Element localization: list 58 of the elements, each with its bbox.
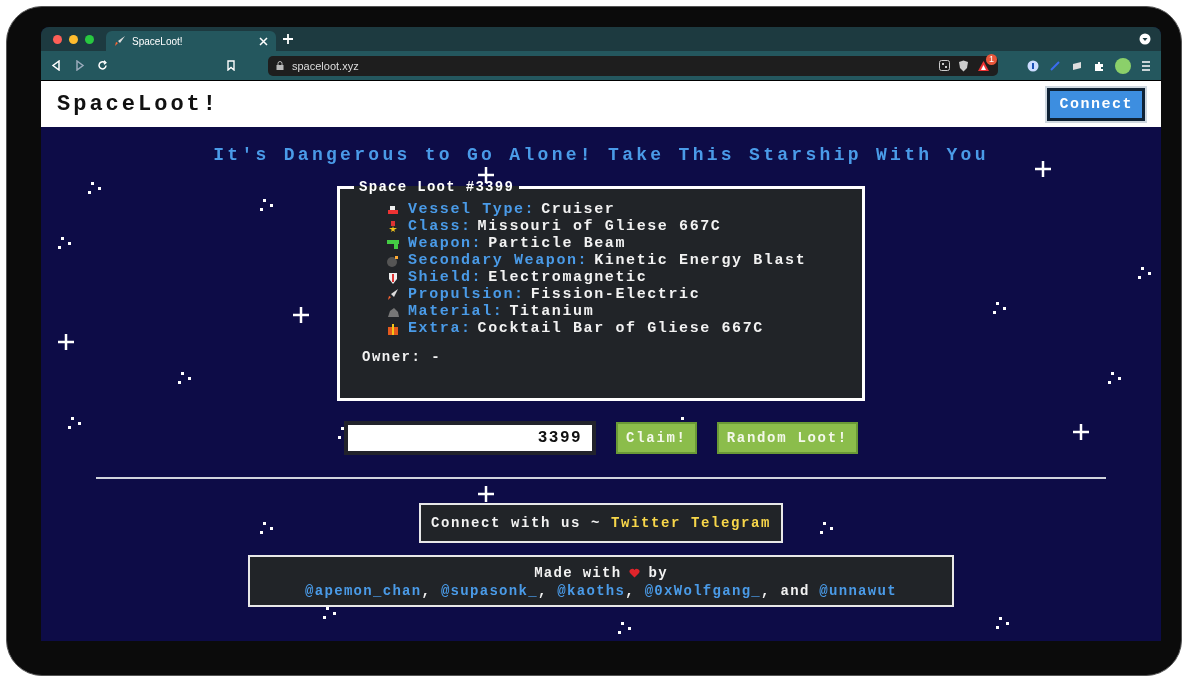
trait-value: Electromagnetic [488,269,648,286]
author-link[interactable]: @supasonk_ [440,583,538,599]
trait-value: Missouri of Gliese 667C [477,218,722,235]
by-text: by [648,565,668,581]
bomb-icon [386,253,400,268]
rocket-icon [114,35,126,47]
trait-label: Propulsion: [408,286,525,303]
close-window-button[interactable] [53,34,62,44]
social-link[interactable]: Twitter [611,515,681,531]
trait-label: Vessel Type: [408,201,536,218]
trait-value: Cocktail Bar of Gliese 667C [477,320,764,337]
profile-avatar[interactable] [1115,57,1131,74]
trait-label: Secondary Weapon: [408,252,589,269]
lock-icon [276,61,284,70]
loot-id-input[interactable]: 3399 [344,421,597,455]
owner-text: Owner: - [362,349,443,365]
close-icon[interactable] [259,36,268,46]
triangle-icon[interactable] [977,59,990,72]
trait-value: Cruiser [541,201,616,218]
bookmark-icon[interactable] [226,60,236,71]
social-link[interactable]: Telegram [691,515,772,531]
menu-icon[interactable] [1141,59,1151,72]
author-link[interactable]: @apemon_chan [305,583,422,599]
author-link[interactable]: @kaoths [557,583,626,599]
card-title: Space Loot #3399 [358,179,516,195]
qr-code-icon[interactable] [939,60,950,71]
page-headline: It's Dangerous to Go Alone! Take This Starship With You [213,145,989,165]
credits-line: @apemon_chan, @supasonk_, @kaoths, @0xWolfgang_, and @unnawut [305,583,897,599]
trait-label: Weapon: [408,235,483,252]
trait-label: Shield: [408,269,483,286]
trait-value: Titanium [509,303,595,320]
back-icon[interactable] [51,60,62,71]
author-link[interactable]: @unnawut [819,583,897,599]
tab-menu-icon[interactable] [1139,33,1151,45]
trait-label: Material: [408,303,504,320]
trait-value: Kinetic Energy Blast [594,252,807,269]
forward-icon[interactable] [74,60,85,71]
rocket-icon [386,287,400,302]
author-link[interactable]: @0xWolfgang_ [644,583,762,599]
notification-badge: 1 [986,53,997,65]
trait-value: Fission-Electric [530,286,701,303]
made-with-text: Made with [534,565,622,581]
puzzle-icon[interactable] [1093,59,1105,72]
browser-tab[interactable]: SpaceLoot! [106,31,276,51]
connect-button[interactable]: Connect [1047,87,1145,121]
site-logo: SpaceLoot! [57,91,220,117]
trait-label: Class: [408,218,472,235]
heart-icon [629,568,641,578]
reload-icon[interactable] [97,60,108,71]
new-tab-icon[interactable] [282,33,294,45]
trait-label: Extra: [408,320,472,337]
maximize-window-button[interactable] [85,34,94,44]
gift-icon [386,321,400,336]
minimize-window-button[interactable] [69,34,78,44]
shield-icon [386,270,400,285]
social-text: Connect with us ~ [430,515,601,531]
trait-value: Particle Beam [488,235,627,252]
address-bar[interactable]: spaceloot.xyz 1 [268,55,998,76]
